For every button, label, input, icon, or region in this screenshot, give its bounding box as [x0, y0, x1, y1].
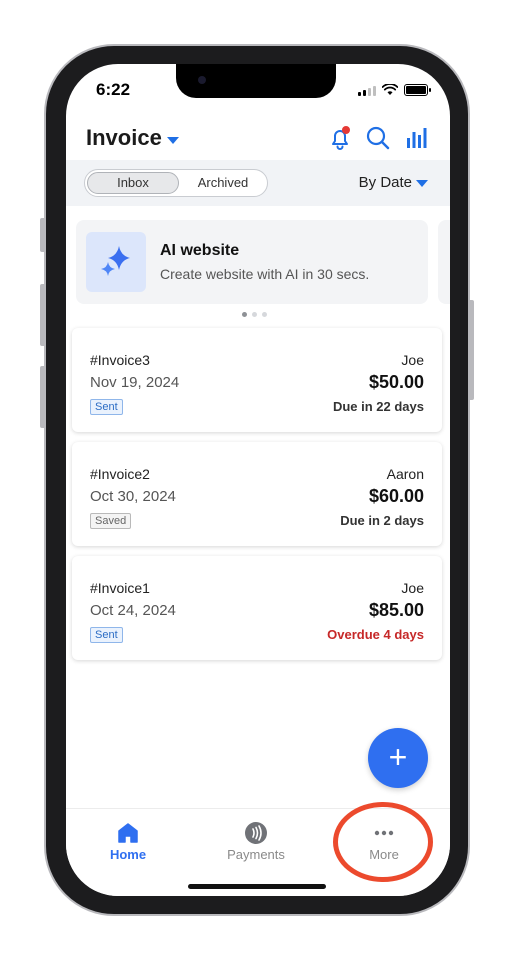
add-invoice-button[interactable]: + — [368, 728, 428, 788]
invoice-due-status: Due in 2 days — [340, 513, 424, 528]
invoice-due-status: Overdue 4 days — [327, 627, 424, 642]
tab-archived[interactable]: Archived — [181, 172, 265, 194]
promo-subtitle: Create website with AI in 30 secs. — [160, 266, 370, 282]
invoice-card[interactable]: #Invoice1 Oct 24, 2024 Sent Joe $85.00 O… — [72, 556, 442, 660]
sort-caret-icon[interactable] — [416, 180, 428, 187]
reports-chart-icon[interactable] — [402, 124, 430, 152]
wifi-icon — [382, 84, 398, 95]
invoice-amount: $60.00 — [368, 486, 424, 506]
home-icon — [118, 823, 138, 843]
payments-icon — [245, 822, 267, 844]
filter-bar: Inbox Archived By Date — [66, 160, 450, 206]
app-screen: 6:22 Invoice Inbox Archived By Date AI w… — [66, 64, 450, 896]
cellular-signal-icon — [358, 85, 376, 96]
next-promo-card-peek[interactable] — [438, 220, 450, 304]
status-badge: Sent — [90, 627, 123, 643]
carousel-dot — [262, 312, 267, 317]
phone-volume-down-button — [40, 366, 46, 428]
invoice-number: #Invoice2 — [90, 466, 150, 482]
search-icon[interactable] — [364, 124, 392, 152]
nav-label-home: Home — [109, 847, 147, 862]
status-badge: Sent — [90, 399, 123, 415]
carousel-dot — [252, 312, 257, 317]
home-indicator — [188, 884, 326, 889]
phone-side-button — [40, 218, 46, 252]
notification-bell-icon[interactable] — [326, 124, 354, 152]
status-icons — [358, 84, 431, 96]
phone-power-button — [468, 300, 474, 400]
promo-icon-box — [86, 232, 146, 292]
invoice-number: #Invoice3 — [90, 352, 150, 368]
notification-dot — [342, 126, 350, 134]
promo-title: AI website — [160, 242, 240, 259]
plus-icon: + — [388, 739, 408, 775]
inbox-archived-toggle: Inbox Archived — [84, 169, 268, 197]
invoice-amount: $85.00 — [368, 600, 424, 620]
tab-inbox[interactable]: Inbox — [87, 172, 179, 194]
invoice-client: Joe — [401, 352, 424, 368]
invoice-card[interactable]: #Invoice3 Nov 19, 2024 Sent Joe $50.00 D… — [72, 328, 442, 432]
status-badge: Saved — [90, 513, 132, 529]
front-camera — [198, 76, 206, 84]
invoice-date: Nov 19, 2024 — [90, 374, 180, 391]
invoice-client: Aaron — [386, 466, 424, 482]
sparkle-icon — [101, 246, 130, 276]
title-dropdown-caret-icon[interactable] — [167, 137, 179, 144]
invoice-date: Oct 24, 2024 — [90, 602, 176, 619]
carousel-dot-active — [242, 312, 247, 317]
ai-website-promo-card[interactable]: AI website Create website with AI in 30 … — [76, 220, 428, 304]
highlight-circle-annotation — [333, 802, 433, 882]
page-title[interactable]: Invoice — [86, 125, 162, 151]
app-header: Invoice — [66, 120, 450, 160]
invoice-amount: $50.00 — [368, 372, 424, 392]
phone-volume-up-button — [40, 284, 46, 346]
nav-item-home[interactable]: Home — [83, 821, 173, 865]
invoice-client: Joe — [401, 580, 424, 596]
status-time: 6:22 — [96, 80, 131, 99]
sort-by-date-dropdown[interactable]: By Date — [359, 174, 412, 191]
invoice-number: #Invoice1 — [90, 580, 150, 596]
invoice-card[interactable]: #Invoice2 Oct 30, 2024 Saved Aaron $60.0… — [72, 442, 442, 546]
battery-icon — [404, 84, 431, 96]
invoice-date: Oct 30, 2024 — [90, 488, 176, 505]
nav-item-payments[interactable]: Payments — [211, 821, 301, 865]
invoice-due-status: Due in 22 days — [332, 399, 424, 414]
carousel-page-indicator — [242, 312, 267, 317]
nav-label-payments: Payments — [227, 847, 285, 862]
